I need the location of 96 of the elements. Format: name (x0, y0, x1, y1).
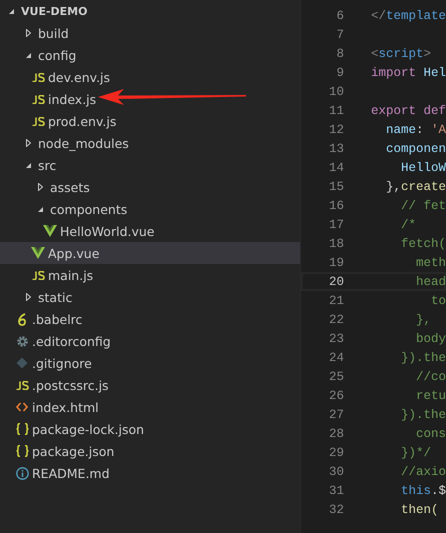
folder-item[interactable]: components (0, 198, 300, 220)
collapsed-caret-icon (26, 293, 30, 301)
js-file-icon (32, 72, 44, 82)
expanded-caret-icon (8, 8, 15, 14)
code-text: to (430, 294, 446, 308)
line-number: 26 (328, 388, 345, 402)
code-text: name: 'A (385, 122, 446, 136)
line-number: 10 (328, 84, 345, 98)
js-file-icon (32, 270, 44, 280)
code-text: cons (415, 426, 446, 440)
js-file-icon (32, 116, 44, 126)
file-item[interactable]: HelloWorld.vue (0, 220, 300, 242)
line-number: 12 (328, 122, 345, 136)
line-number: 24 (328, 350, 345, 364)
code-text: }).the (400, 408, 446, 422)
code-text: },create (385, 180, 446, 194)
line-number: 13 (328, 142, 345, 156)
code-text: head (415, 274, 446, 288)
file-item[interactable]: .babelrc (0, 308, 300, 330)
line-number: 7 (335, 28, 345, 42)
js-file-icon (32, 94, 44, 104)
file-item[interactable]: .editorconfig (0, 330, 300, 352)
code-text: })*/ (400, 446, 432, 460)
line-number: 25 (328, 370, 345, 384)
folder-item[interactable]: node_modules (0, 132, 300, 154)
folder-item[interactable]: config (0, 44, 300, 66)
line-number: 8 (335, 46, 345, 60)
expanded-caret-icon (24, 162, 32, 168)
folder-item[interactable]: static (0, 286, 300, 308)
file-item[interactable]: App.vue (0, 242, 300, 264)
code-text: componen (385, 142, 446, 156)
code-text: //axio (400, 464, 446, 478)
code-text: retu (415, 388, 446, 402)
line-number: 14 (328, 160, 345, 174)
code-text: }, (415, 312, 432, 326)
line-number: 28 (328, 426, 345, 440)
code-text: then( (400, 502, 439, 516)
file-item[interactable]: dev.env.js (0, 66, 300, 88)
file-item[interactable]: package-lock.json (0, 418, 300, 440)
gear-icon (16, 334, 28, 348)
file-item[interactable]: README.md (0, 462, 300, 484)
line-number: 29 (328, 446, 345, 460)
code-text: <script> (371, 46, 432, 60)
code-text: fetch( (400, 236, 446, 250)
code-text: /* (400, 218, 416, 232)
vue-file-icon (43, 225, 57, 237)
file-item[interactable]: .postcssrc.js (0, 374, 300, 396)
line-number: 17 (328, 218, 345, 232)
code-text: HelloW (400, 160, 446, 174)
file-item[interactable]: prod.env.js (0, 110, 300, 132)
info-icon (16, 466, 28, 480)
line-number: 6 (335, 8, 345, 22)
code-text: //co (415, 370, 446, 384)
code-text: meth (415, 256, 446, 270)
collapsed-caret-icon (38, 183, 42, 191)
file-item[interactable]: index.html (0, 396, 300, 418)
line-number: 16 (328, 198, 345, 212)
file-item[interactable]: main.js (0, 264, 300, 286)
line-number: 19 (328, 256, 345, 270)
line-number: 31 (328, 484, 345, 498)
line-number: 21 (328, 294, 345, 308)
folder-item[interactable]: build (0, 22, 300, 44)
line-number: 27 (328, 408, 345, 422)
collapsed-caret-icon (26, 139, 30, 147)
code-text: body (415, 332, 446, 346)
code-brackets-icon (16, 402, 28, 412)
diamond-icon (16, 357, 28, 369)
file-item[interactable]: index.js (0, 88, 300, 110)
file-item[interactable]: .gitignore (0, 352, 300, 374)
line-number: 30 (328, 464, 345, 478)
explorer-header[interactable]: VUE-DEMO (0, 0, 300, 22)
code-text: import Hel (371, 66, 446, 80)
js-file-icon (16, 380, 28, 390)
line-number: 22 (328, 312, 345, 326)
folder-item[interactable]: assets (0, 176, 300, 198)
line-number: 15 (328, 180, 345, 194)
code-text: }).the (400, 350, 446, 364)
line-number: 18 (328, 236, 345, 250)
code-text: </template (371, 8, 446, 22)
code-text: export def (371, 104, 446, 118)
line-number: 11 (328, 104, 345, 118)
expanded-caret-icon (24, 52, 32, 58)
line-number: 20 (328, 274, 345, 288)
expanded-caret-icon (36, 206, 44, 212)
braces-icon (16, 445, 28, 457)
code-text: // fet (400, 198, 446, 212)
braces-icon (16, 423, 28, 435)
code-text: this.$ (400, 484, 446, 498)
collapsed-caret-icon (26, 29, 30, 37)
line-number: 23 (328, 332, 345, 346)
vue-file-icon (31, 247, 45, 259)
line-number: 9 (335, 66, 345, 80)
line-number: 32 (328, 502, 345, 516)
babel-file-icon (17, 312, 27, 326)
folder-item[interactable]: src (0, 154, 300, 176)
file-item[interactable]: package.json (0, 440, 300, 462)
